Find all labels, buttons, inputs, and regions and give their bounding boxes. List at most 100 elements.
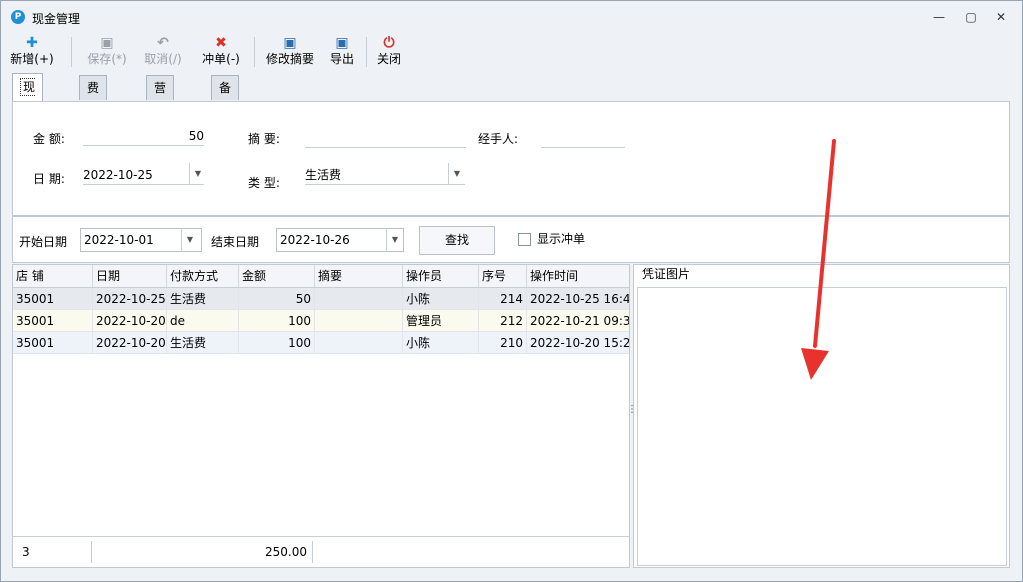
entry-form: 金 额: 50 摘 要: 经手人: 日 期: 2022-10-25 ▼ 类 型:…	[12, 101, 1010, 216]
cross-icon: ✖	[215, 35, 227, 51]
cell-amount: 100	[239, 310, 315, 332]
handler-label: 经手人:	[478, 132, 519, 146]
close-window-button[interactable]: ✕	[992, 9, 1010, 25]
cancel-button-label: 取消(/)	[144, 52, 182, 66]
voucher-image-label: 凭证图片	[640, 265, 693, 282]
column-header-operator[interactable]: 操作员	[403, 265, 479, 287]
amount-input[interactable]: 50	[83, 127, 204, 146]
cell-payment: 生活费	[167, 288, 239, 310]
plus-icon: ✚	[26, 35, 38, 51]
export-button-label: 导出	[329, 52, 354, 66]
cell-seq: 214	[479, 288, 527, 310]
cell-date: 2022-10-20	[93, 332, 167, 354]
tab-petty-cash[interactable]: 备用金	[211, 75, 240, 143]
cell-store: 35001	[13, 332, 93, 354]
cell-amount: 100	[239, 332, 315, 354]
app-logo-icon: P	[11, 10, 25, 24]
cell-seq: 212	[479, 310, 527, 332]
cash-income-table: 店 铺 日期 付款方式 金额 摘要 操作员 序号 操作时间 35001 2022…	[12, 264, 630, 568]
find-button[interactable]: 查找	[419, 226, 495, 255]
edit-summary-button-label: 修改摘要	[265, 52, 314, 66]
start-date-label: 开始日期	[19, 235, 68, 249]
column-header-store[interactable]: 店 铺	[13, 265, 93, 287]
undo-icon: ↶	[157, 35, 169, 51]
cell-payment: 生活费	[167, 332, 239, 354]
column-header-time[interactable]: 操作时间	[527, 265, 629, 287]
show-reversed-checkbox[interactable]	[518, 233, 531, 246]
table-row[interactable]: 35001 2022-10-20 de 100 管理员 212 2022-10-…	[13, 310, 629, 332]
cancel-button[interactable]: ↶ 取消(/)	[137, 35, 189, 69]
floppy-icon: ▣	[283, 35, 297, 51]
record-count: 3	[22, 545, 30, 559]
close-button-label: 关闭	[376, 52, 401, 66]
reverse-button[interactable]: ✖ 冲单(-)	[195, 35, 247, 69]
annotation-arrow	[801, 139, 836, 380]
cell-payment: de	[167, 310, 239, 332]
show-reversed-label: 显示冲单	[537, 232, 586, 246]
window-title: 现金管理	[32, 12, 81, 26]
cell-time: 2022-10-21 09:36	[527, 310, 629, 332]
end-date-dropdown-icon[interactable]: ▼	[386, 229, 403, 251]
cell-summary	[315, 310, 403, 332]
cell-store: 35001	[13, 288, 93, 310]
cell-summary	[315, 332, 403, 354]
cell-store: 35001	[13, 310, 93, 332]
toolbar-separator	[366, 37, 367, 67]
cash-management-window: P 现金管理 — ▢ ✕ ✚ 新增(+) ▣ 保存(*) ↶ 取消(/) ✖ 冲…	[0, 0, 1023, 582]
tab-cash-income[interactable]: 现金收入	[12, 73, 44, 177]
amount-label: 金 额:	[33, 132, 65, 146]
toolbar-separator	[71, 37, 72, 67]
restore-button[interactable]: ▢	[962, 9, 980, 25]
table-row[interactable]: 35001 2022-10-25 生活费 50 小陈 214 2022-10-2…	[13, 288, 629, 310]
type-select[interactable]: 生活费	[305, 166, 465, 185]
column-header-seq[interactable]: 序号	[479, 265, 527, 287]
cell-date: 2022-10-25	[93, 288, 167, 310]
power-icon: ⏻	[383, 35, 395, 51]
cell-amount: 50	[239, 288, 315, 310]
save-button[interactable]: ▣ 保存(*)	[81, 35, 133, 69]
close-button[interactable]: ⏻ 关闭	[371, 35, 407, 69]
minimize-button[interactable]: —	[930, 9, 948, 25]
cell-operator: 小陈	[403, 332, 479, 354]
start-date-dropdown-icon[interactable]: ▼	[181, 229, 198, 251]
tab-business-remittance[interactable]: 营业汇款	[146, 75, 175, 167]
reverse-button-label: 冲单(-)	[202, 52, 240, 66]
table-footer: 3 250.00	[13, 536, 629, 567]
date-picker[interactable]: 2022-10-25	[83, 166, 204, 185]
end-date-label: 结束日期	[211, 235, 260, 249]
cell-operator: 小陈	[403, 288, 479, 310]
export-icon: ▣	[335, 35, 349, 51]
export-button[interactable]: ▣ 导出	[324, 35, 360, 69]
footer-divider	[312, 541, 313, 563]
title-bar[interactable]: P 现金管理 — ▢ ✕	[1, 1, 1022, 33]
handler-input[interactable]	[541, 129, 625, 148]
cell-operator: 管理员	[403, 310, 479, 332]
end-date-picker[interactable]: 2022-10-26	[276, 228, 404, 252]
new-button[interactable]: ✚ 新增(+)	[6, 35, 58, 69]
column-header-amount[interactable]: 金额	[239, 265, 315, 287]
table-header: 店 铺 日期 付款方式 金额 摘要 操作员 序号 操作时间	[13, 265, 629, 288]
cell-time: 2022-10-25 16:48	[527, 288, 629, 310]
date-dropdown-icon[interactable]: ▼	[189, 163, 206, 185]
edit-summary-button[interactable]: ▣ 修改摘要	[262, 35, 318, 69]
cell-time: 2022-10-20 15:25	[527, 332, 629, 354]
footer-divider	[91, 541, 92, 563]
cell-summary	[315, 288, 403, 310]
summary-input[interactable]	[305, 129, 466, 148]
toolbar-separator	[254, 37, 255, 67]
tab-expense[interactable]: 费用支出	[79, 75, 108, 167]
column-header-summary[interactable]: 摘要	[315, 265, 403, 287]
save-button-label: 保存(*)	[87, 52, 127, 66]
amount-total: 250.00	[265, 545, 307, 559]
search-bar: 开始日期 2022-10-01 ▼ 结束日期 2022-10-26 ▼ 查找 显…	[12, 216, 1010, 263]
column-header-date[interactable]: 日期	[93, 265, 167, 287]
type-label: 类 型:	[248, 176, 280, 190]
save-icon: ▣	[100, 35, 114, 51]
table-row[interactable]: 35001 2022-10-20 生活费 100 小陈 210 2022-10-…	[13, 332, 629, 354]
column-header-payment[interactable]: 付款方式	[167, 265, 239, 287]
toolbar: ✚ 新增(+) ▣ 保存(*) ↶ 取消(/) ✖ 冲单(-) ▣ 修改摘要 ▣…	[2, 33, 1021, 71]
new-button-label: 新增(+)	[10, 52, 54, 66]
type-dropdown-icon[interactable]: ▼	[448, 163, 465, 185]
cell-seq: 210	[479, 332, 527, 354]
cell-date: 2022-10-20	[93, 310, 167, 332]
